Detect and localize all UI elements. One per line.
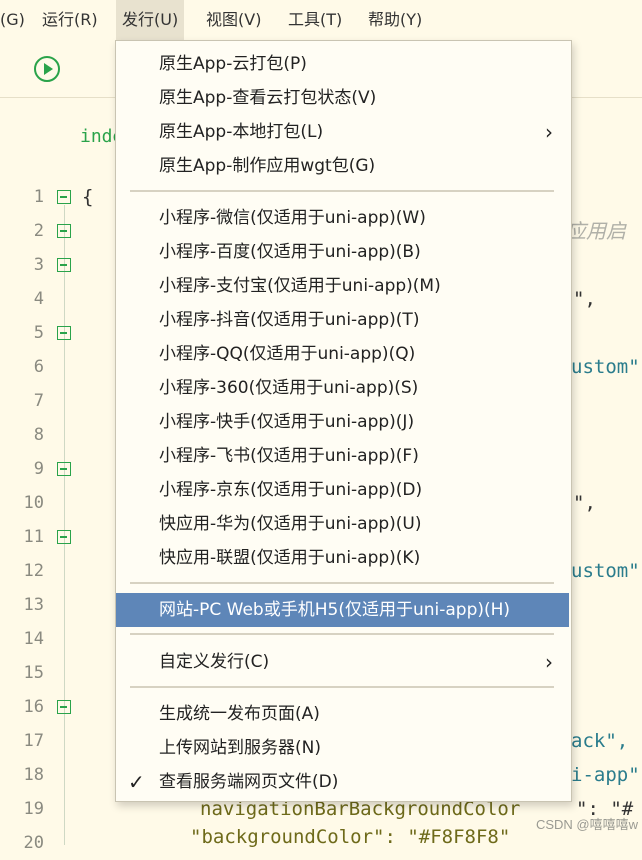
code-line: ustom" bbox=[571, 560, 640, 582]
menu-separator bbox=[130, 582, 554, 584]
menu-bar: (G) 运行(R) 发行(U) 视图(V) 工具(T) 帮助(Y) bbox=[0, 0, 642, 40]
menu-item-app-cloud-status[interactable]: 原生App-查看云打包状态(V) bbox=[116, 81, 569, 115]
menu-item-label: 网站-PC Web或手机H5(仅适用于uni-app)(H) bbox=[159, 600, 511, 620]
menu-item-quickapp-union[interactable]: 快应用-联盟(仅适用于uni-app)(K) bbox=[116, 541, 569, 575]
chevron-right-icon: › bbox=[545, 120, 553, 144]
line-number: 11 bbox=[23, 527, 44, 547]
menu-separator bbox=[130, 633, 554, 635]
line-number: 8 bbox=[33, 425, 44, 445]
menu-item-label: 查看服务端网页文件(D) bbox=[159, 772, 339, 792]
line-number: 5 bbox=[33, 323, 44, 343]
menu-item-gen-publish-page[interactable]: 生成统一发布页面(A) bbox=[116, 697, 569, 731]
menu-item-label: 自定义发行(C) bbox=[159, 652, 270, 672]
menu-item-mp-360[interactable]: 小程序-360(仅适用于uni-app)(S) bbox=[116, 371, 569, 405]
menu-item-app-cloud-pack[interactable]: 原生App-云打包(P) bbox=[116, 47, 569, 81]
line-number: 13 bbox=[23, 595, 44, 615]
line-number: 4 bbox=[33, 289, 44, 309]
menu-item-label: 小程序-微信(仅适用于uni-app)(W) bbox=[159, 208, 426, 228]
menu-item-label: 原生App-查看云打包状态(V) bbox=[159, 88, 377, 108]
line-number: 14 bbox=[23, 629, 44, 649]
code-line: { bbox=[82, 186, 94, 208]
menu-item-label: 快应用-华为(仅适用于uni-app)(U) bbox=[159, 514, 422, 534]
fold-toggle-icon[interactable] bbox=[57, 530, 71, 544]
fold-toggle-icon[interactable] bbox=[57, 258, 71, 272]
line-number: 6 bbox=[33, 357, 44, 377]
menu-item-label: 原生App-本地打包(L) bbox=[159, 122, 324, 142]
line-number: 9 bbox=[33, 459, 44, 479]
menu-item-label: 小程序-飞书(仅适用于uni-app)(F) bbox=[159, 446, 419, 466]
line-number: 2 bbox=[33, 221, 44, 241]
menu-view[interactable]: 视图(V) bbox=[200, 0, 267, 40]
menu-item-mp-weixin[interactable]: 小程序-微信(仅适用于uni-app)(W) bbox=[116, 201, 569, 235]
menu-item-label: 生成统一发布页面(A) bbox=[159, 704, 320, 724]
line-number: 3 bbox=[33, 255, 44, 275]
line-number: 16 bbox=[23, 697, 44, 717]
menu-item-mp-alipay[interactable]: 小程序-支付宝(仅适用于uni-app)(M) bbox=[116, 269, 569, 303]
code-line: "backgroundColor": "#F8F8F8" bbox=[190, 826, 511, 848]
publish-dropdown-menu: 原生App-云打包(P) 原生App-查看云打包状态(V) 原生App-本地打包… bbox=[115, 40, 572, 802]
play-circle-icon[interactable] bbox=[33, 55, 61, 83]
fold-guide bbox=[64, 205, 65, 845]
fold-toggle-icon[interactable] bbox=[57, 700, 71, 714]
fold-toggle-icon[interactable] bbox=[57, 326, 71, 340]
menu-item-quickapp-huawei[interactable]: 快应用-华为(仅适用于uni-app)(U) bbox=[116, 507, 569, 541]
menu-item-mp-douyin[interactable]: 小程序-抖音(仅适用于uni-app)(T) bbox=[116, 303, 569, 337]
menu-goto[interactable]: (G) bbox=[0, 0, 31, 40]
code-comment: 应用启 bbox=[566, 219, 626, 243]
menu-item-mp-baidu[interactable]: 小程序-百度(仅适用于uni-app)(B) bbox=[116, 235, 569, 269]
line-number: 19 bbox=[23, 799, 44, 819]
menu-item-label: 小程序-支付宝(仅适用于uni-app)(M) bbox=[159, 276, 441, 296]
line-number: 10 bbox=[23, 493, 44, 513]
menu-item-view-server-files[interactable]: ✓ 查看服务端网页文件(D) bbox=[116, 765, 569, 799]
line-number: 20 bbox=[23, 833, 44, 853]
menu-item-label: 小程序-360(仅适用于uni-app)(S) bbox=[159, 378, 419, 398]
menu-help[interactable]: 帮助(Y) bbox=[362, 0, 428, 40]
line-number: 7 bbox=[33, 391, 44, 411]
menu-item-web-h5[interactable]: 网站-PC Web或手机H5(仅适用于uni-app)(H) bbox=[116, 593, 569, 627]
watermark: CSDN @嘻嘻嘻w bbox=[535, 817, 638, 832]
menu-item-app-wgt[interactable]: 原生App-制作应用wgt包(G) bbox=[116, 149, 569, 183]
menu-item-mp-qq[interactable]: 小程序-QQ(仅适用于uni-app)(Q) bbox=[116, 337, 569, 371]
line-number: 1 bbox=[33, 187, 44, 207]
fold-toggle-icon[interactable] bbox=[57, 190, 71, 204]
line-number: 18 bbox=[23, 765, 44, 785]
menu-item-label: 小程序-京东(仅适用于uni-app)(D) bbox=[159, 480, 423, 500]
menu-item-mp-kuaishou[interactable]: 小程序-快手(仅适用于uni-app)(J) bbox=[116, 405, 569, 439]
menu-separator bbox=[130, 190, 554, 192]
code-line: ", bbox=[573, 492, 596, 514]
code-line: ustom" bbox=[571, 356, 640, 378]
menu-item-app-local-pack[interactable]: 原生App-本地打包(L) › bbox=[116, 115, 569, 149]
fold-toggle-icon[interactable] bbox=[57, 224, 71, 238]
line-number: 15 bbox=[23, 663, 44, 683]
menu-item-label: 原生App-云打包(P) bbox=[159, 54, 307, 74]
menu-item-mp-jd[interactable]: 小程序-京东(仅适用于uni-app)(D) bbox=[116, 473, 569, 507]
menu-item-mp-feishu[interactable]: 小程序-飞书(仅适用于uni-app)(F) bbox=[116, 439, 569, 473]
line-number: 12 bbox=[23, 561, 44, 581]
menu-item-label: 上传网站到服务器(N) bbox=[159, 738, 321, 758]
code-line: i-app" bbox=[571, 764, 640, 786]
menu-item-label: 小程序-抖音(仅适用于uni-app)(T) bbox=[159, 310, 420, 330]
menu-item-label: 小程序-快手(仅适用于uni-app)(J) bbox=[159, 412, 415, 432]
menu-item-label: 小程序-百度(仅适用于uni-app)(B) bbox=[159, 242, 421, 262]
code-line: ", bbox=[573, 288, 596, 310]
menu-item-label: 快应用-联盟(仅适用于uni-app)(K) bbox=[159, 548, 421, 568]
menu-run[interactable]: 运行(R) bbox=[36, 0, 104, 40]
chevron-right-icon: › bbox=[545, 650, 553, 674]
menu-publish[interactable]: 发行(U) bbox=[116, 0, 185, 40]
menu-item-label: 原生App-制作应用wgt包(G) bbox=[159, 156, 376, 176]
checkmark-icon: ✓ bbox=[128, 770, 145, 794]
line-number: 17 bbox=[23, 731, 44, 751]
menu-item-custom-publish[interactable]: 自定义发行(C) › bbox=[116, 645, 569, 679]
fold-toggle-icon[interactable] bbox=[57, 462, 71, 476]
code-line: ack", bbox=[571, 730, 629, 752]
menu-item-upload-server[interactable]: 上传网站到服务器(N) bbox=[116, 731, 569, 765]
menu-item-label: 小程序-QQ(仅适用于uni-app)(Q) bbox=[159, 344, 416, 364]
menu-separator bbox=[130, 686, 554, 688]
menu-tools[interactable]: 工具(T) bbox=[282, 0, 348, 40]
